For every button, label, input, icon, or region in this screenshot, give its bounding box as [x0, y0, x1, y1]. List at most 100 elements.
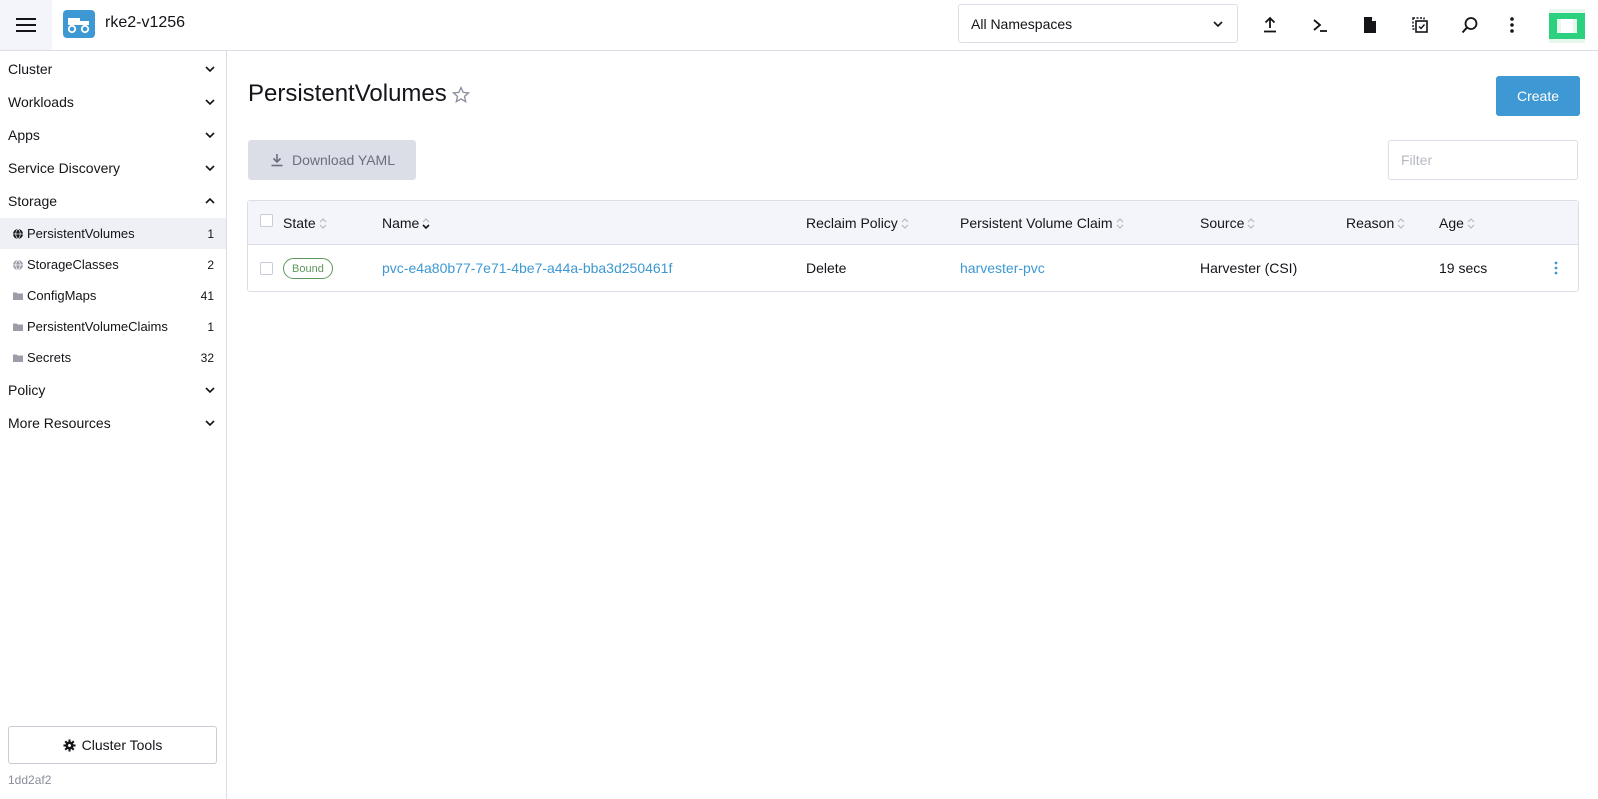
- chevron-up-icon: [205, 197, 215, 204]
- sidebar-item-persistentvolumes[interactable]: PersistentVolumes 1: [0, 218, 226, 249]
- import-yaml-button[interactable]: [1258, 13, 1282, 37]
- folder-icon: [12, 290, 24, 302]
- sidebar-item-label: PersistentVolumes: [27, 226, 135, 241]
- nav-group-workloads[interactable]: Workloads: [0, 85, 226, 118]
- column-header-pvc[interactable]: Persistent Volume Claim: [960, 215, 1124, 231]
- namespace-select-value: All Namespaces: [971, 15, 1073, 32]
- nav-group-cluster[interactable]: Cluster: [0, 52, 226, 85]
- source-value: Harvester (CSI): [1200, 260, 1298, 276]
- sidebar-item-storageclasses[interactable]: StorageClasses 2: [0, 249, 226, 280]
- sidebar-item-label: PersistentVolumeClaims: [27, 319, 168, 334]
- column-header-label: Reclaim Policy: [806, 215, 898, 231]
- side-nav: Cluster Workloads Apps Service Discovery…: [0, 51, 227, 799]
- sidebar-item-label: Secrets: [27, 350, 72, 365]
- nav-group-label: Policy: [8, 381, 46, 398]
- sort-down-icon: [422, 217, 430, 229]
- cluster-tools-button[interactable]: Cluster Tools: [8, 726, 217, 764]
- column-header-label: Source: [1200, 215, 1245, 231]
- terminal-icon: [1313, 19, 1327, 32]
- nav-group-label: More Resources: [8, 414, 111, 431]
- column-header-label: Name: [382, 215, 420, 231]
- sort-icon: [901, 217, 909, 229]
- star-icon[interactable]: [452, 86, 470, 104]
- nav-group-storage[interactable]: Storage: [0, 184, 226, 217]
- column-header-source[interactable]: Source: [1200, 215, 1255, 231]
- sort-icon: [1467, 217, 1475, 229]
- nav-group-label: Service Discovery: [8, 159, 121, 176]
- vertical-dots-icon: [1510, 17, 1514, 33]
- more-actions-button[interactable]: [1500, 13, 1524, 37]
- chevron-down-icon: [205, 165, 215, 172]
- download-yaml-label: Download YAML: [292, 152, 395, 168]
- copy-kubeconfig-button[interactable]: [1408, 13, 1432, 37]
- column-header-state[interactable]: State: [283, 215, 327, 231]
- column-header-reclaim-policy[interactable]: Reclaim Policy: [806, 215, 909, 231]
- sidebar-item-count: 2: [207, 257, 214, 272]
- folder-icon: [12, 321, 24, 333]
- chevron-down-icon: [205, 132, 215, 139]
- nav-group-label: Cluster: [8, 60, 53, 77]
- pvc-link[interactable]: harvester-pvc: [960, 260, 1045, 276]
- table-header: State Name Reclaim Policy Persistent Vol…: [248, 201, 1578, 245]
- upload-icon: [1264, 16, 1276, 33]
- column-header-name[interactable]: Name: [382, 215, 430, 231]
- nav-group-apps[interactable]: Apps: [0, 118, 226, 151]
- column-header-label: Reason: [1346, 215, 1395, 231]
- nav-group-label: Workloads: [8, 93, 74, 110]
- column-header-label: State: [283, 215, 316, 231]
- sort-icon: [1247, 217, 1255, 229]
- download-icon: [271, 154, 283, 167]
- file-icon: [1364, 17, 1376, 33]
- select-all-checkbox[interactable]: [260, 214, 273, 227]
- hamburger-icon: [16, 18, 36, 32]
- nav-group-more-resources[interactable]: More Resources: [0, 406, 226, 439]
- search-icon: [1461, 17, 1478, 34]
- cluster-name: rke2-v1256: [105, 14, 186, 31]
- sidebar-item-count: 32: [200, 350, 214, 365]
- chevron-down-icon: [205, 420, 215, 427]
- create-button[interactable]: Create: [1496, 76, 1580, 116]
- column-header-label: Age: [1439, 215, 1464, 231]
- column-header-age[interactable]: Age: [1439, 215, 1475, 231]
- folder-icon: [12, 352, 24, 364]
- persistent-volumes-table: State Name Reclaim Policy Persistent Vol…: [247, 200, 1579, 292]
- sidebar-item-configmaps[interactable]: ConfigMaps 41: [0, 280, 226, 311]
- chevron-down-icon: [205, 387, 215, 394]
- cluster-tools-label: Cluster Tools: [81, 737, 163, 753]
- avatar-icon: [1549, 9, 1585, 43]
- sidebar-item-secrets[interactable]: Secrets 32: [0, 342, 226, 373]
- sidebar-item-label: ConfigMaps: [27, 288, 97, 303]
- sidebar-item-count: 1: [207, 226, 214, 241]
- chevron-down-icon: [205, 99, 215, 106]
- age-value: 19 secs: [1439, 260, 1488, 276]
- row-checkbox[interactable]: [260, 262, 273, 275]
- filter-input[interactable]: [1388, 140, 1578, 180]
- row-actions-button[interactable]: [1550, 259, 1562, 277]
- cluster-icon: [63, 10, 95, 38]
- nav-group-service-discovery[interactable]: Service Discovery: [0, 151, 226, 184]
- sort-icon: [319, 217, 327, 229]
- sidebar-item-persistentvolumeclaims[interactable]: PersistentVolumeClaims 1: [0, 311, 226, 342]
- download-kubeconfig-button[interactable]: [1358, 13, 1382, 37]
- version-label: 1dd2af2: [8, 773, 52, 787]
- sort-icon: [1397, 217, 1405, 229]
- globe-icon: [12, 228, 24, 240]
- chevron-down-icon: [1213, 21, 1223, 28]
- user-avatar[interactable]: [1549, 9, 1585, 43]
- kubectl-shell-button[interactable]: [1308, 13, 1332, 37]
- download-yaml-button[interactable]: Download YAML: [248, 140, 416, 180]
- sidebar-item-count: 41: [200, 288, 214, 303]
- globe-icon: [12, 259, 24, 271]
- copy-icon: [1412, 17, 1428, 33]
- column-header-label: Persistent Volume Claim: [960, 215, 1113, 231]
- nav-group-policy[interactable]: Policy: [0, 373, 226, 406]
- column-header-reason[interactable]: Reason: [1346, 215, 1405, 231]
- hamburger-menu-button[interactable]: [0, 0, 52, 50]
- search-button[interactable]: [1458, 13, 1482, 37]
- gear-icon: [63, 738, 76, 752]
- status-badge: Bound: [283, 258, 333, 279]
- top-header: rke2-v1256 All Namespaces: [0, 0, 1598, 51]
- pv-name-link[interactable]: pvc-e4a80b77-7e71-4be7-a44a-bba3d250461f: [382, 260, 672, 276]
- sort-icon: [1116, 217, 1123, 229]
- namespace-select[interactable]: All Namespaces: [958, 4, 1238, 43]
